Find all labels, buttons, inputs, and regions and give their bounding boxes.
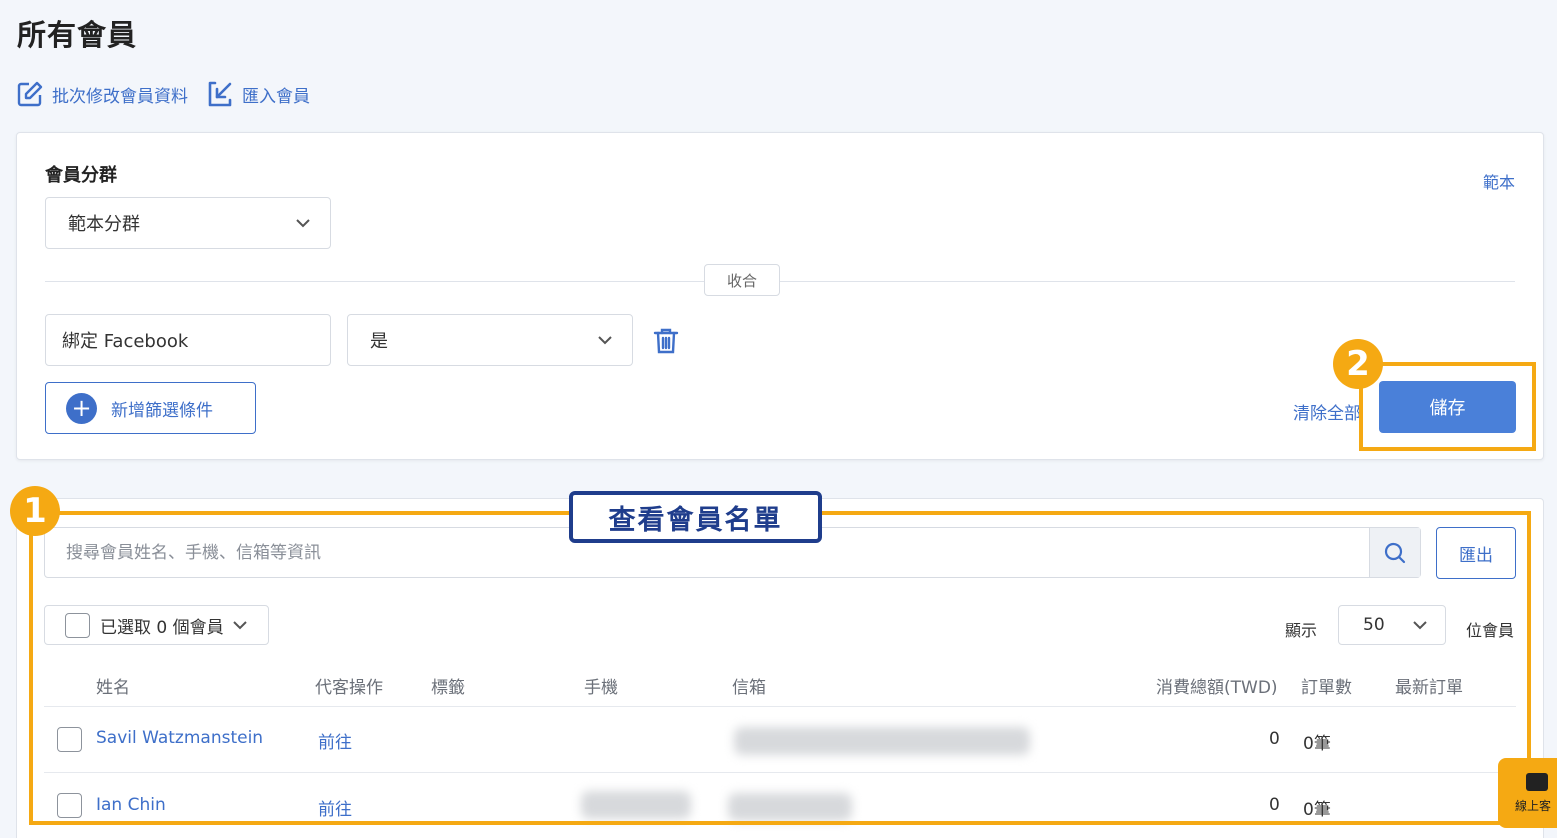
action-links: 批次修改會員資料 匯入會員 xyxy=(16,80,328,108)
condition-value-select[interactable]: 是 xyxy=(347,314,633,366)
add-condition-button[interactable]: + 新增篩選條件 xyxy=(45,382,256,434)
edit-icon xyxy=(17,81,43,107)
segment-select[interactable]: 範本分群 xyxy=(45,197,331,249)
chevron-down-icon xyxy=(598,336,612,345)
trash-icon[interactable] xyxy=(653,327,679,355)
divider xyxy=(45,281,1515,282)
import-label: 匯入會員 xyxy=(242,86,310,107)
clear-all-button[interactable]: 清除全部 xyxy=(1293,399,1361,424)
member-list-highlight-box xyxy=(29,511,1531,825)
condition-value: 是 xyxy=(370,331,388,352)
chevron-down-icon xyxy=(296,219,310,228)
bulk-edit-link[interactable]: 批次修改會員資料 xyxy=(16,80,188,108)
collapse-button[interactable]: 收合 xyxy=(704,264,780,296)
save-highlight-box xyxy=(1359,362,1536,451)
step-badge-2: 2 xyxy=(1333,339,1383,389)
condition-field[interactable]: 綁定 Facebook xyxy=(45,314,331,366)
template-link[interactable]: 範本 xyxy=(1483,169,1515,193)
chat-icon xyxy=(1526,772,1548,791)
page-title: 所有會員 xyxy=(17,18,138,52)
segment-value: 範本分群 xyxy=(68,214,140,235)
view-member-list-callout: 查看會員名單 xyxy=(569,491,822,543)
import-members-link[interactable]: 匯入會員 xyxy=(206,80,310,108)
chat-label: 線上客 xyxy=(1514,798,1551,813)
import-icon xyxy=(208,81,232,107)
bulk-edit-label: 批次修改會員資料 xyxy=(52,86,188,107)
segment-label: 會員分群 xyxy=(45,165,117,186)
plus-icon: + xyxy=(66,392,97,424)
filter-card: 會員分群 範本 範本分群 收合 綁定 Facebook 是 + 新增篩選條件 清… xyxy=(16,132,1544,460)
add-condition-label: 新增篩選條件 xyxy=(111,400,213,421)
live-chat-widget[interactable]: 線上客 xyxy=(1498,758,1557,828)
step-badge-1: 1 xyxy=(10,486,60,536)
